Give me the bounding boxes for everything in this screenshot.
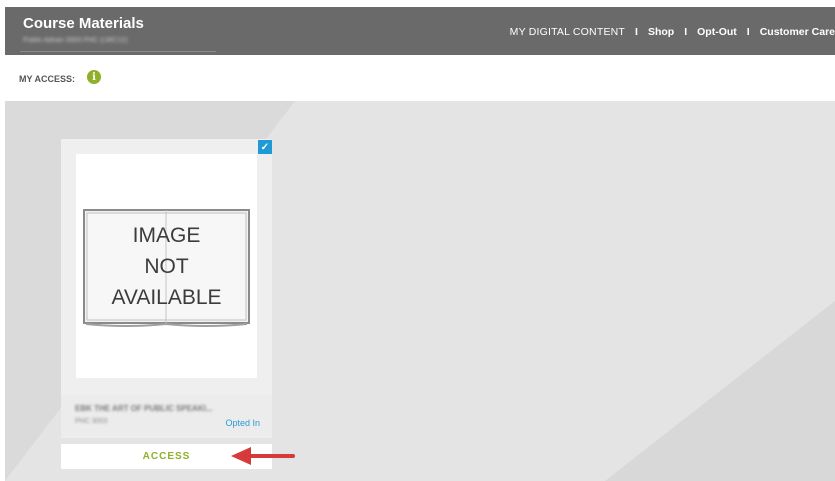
course-card: ✓ IMAGE NOT AVAILABLE EBK THE ART OF PUB… [61, 139, 272, 469]
nav-separator: I [635, 26, 638, 38]
my-access-bar: MY ACCESS: i [5, 55, 835, 101]
placeholder-line: AVAILABLE [111, 286, 222, 309]
course-subtitle: Public Adrian 3003 PHC (LWC12) [23, 37, 128, 44]
red-arrow-icon [231, 447, 295, 465]
nav-my-digital-content[interactable]: MY DIGITAL CONTENT [510, 26, 625, 38]
opt-status: Opted In [225, 418, 260, 428]
header-bar: Course Materials Public Adrian 3003 PHC … [5, 7, 835, 55]
top-nav: MY DIGITAL CONTENT I Shop I Opt-Out I Cu… [510, 26, 835, 38]
course-code: PHC 3003 [75, 418, 108, 425]
nav-customer-care[interactable]: Customer Care [760, 26, 835, 38]
book-cover-placeholder: IMAGE NOT AVAILABLE [76, 154, 257, 378]
content-area: ✓ IMAGE NOT AVAILABLE EBK THE ART OF PUB… [5, 101, 835, 481]
my-access-label: MY ACCESS: [19, 74, 76, 84]
nav-shop[interactable]: Shop [648, 26, 674, 38]
placeholder-line: IMAGE [132, 224, 201, 247]
book-title: EBK THE ART OF PUBLIC SPEAKI... [75, 404, 213, 413]
nav-separator: I [684, 26, 688, 38]
info-icon[interactable]: i [87, 70, 101, 84]
card-info: EBK THE ART OF PUBLIC SPEAKI... PHC 3003… [61, 395, 272, 437]
page-title: Course Materials [23, 15, 144, 32]
nav-opt-out[interactable]: Opt-Out [697, 26, 737, 38]
image-not-available-text: IMAGE NOT AVAILABLE [76, 220, 257, 313]
card-checkbox[interactable]: ✓ [258, 140, 272, 154]
title-underline [20, 51, 216, 52]
placeholder-line: NOT [144, 255, 189, 278]
nav-separator: I [746, 26, 750, 38]
